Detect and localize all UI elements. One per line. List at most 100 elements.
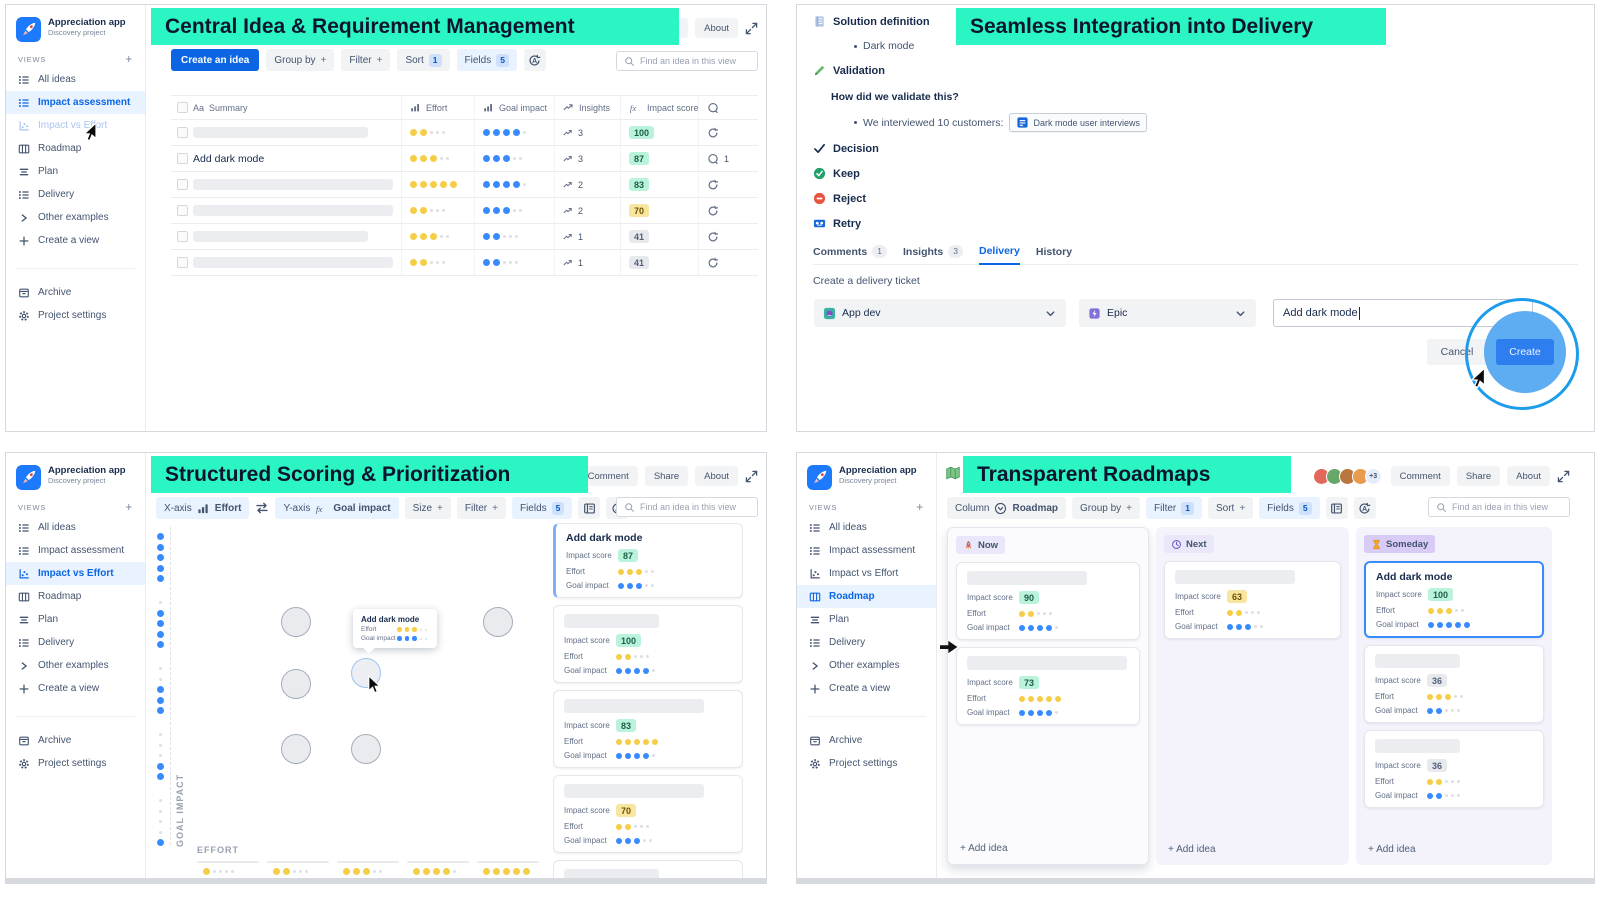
group-by-chip[interactable]: Group by + bbox=[1072, 497, 1141, 519]
sidebar-item-other-examples[interactable]: Other examples bbox=[797, 654, 936, 677]
sidebar-item-archive[interactable]: Archive bbox=[6, 281, 145, 304]
expand-icon[interactable] bbox=[745, 470, 758, 483]
size-chip[interactable]: Size + bbox=[404, 497, 451, 519]
add-idea-button[interactable]: + Add idea bbox=[1368, 844, 1416, 855]
sort-chip[interactable]: Sort + bbox=[1207, 497, 1254, 519]
filter-chip[interactable]: Filter 1 bbox=[1146, 497, 1202, 519]
idea-card[interactable]: Impact score 70 Effort Goal impact bbox=[553, 775, 743, 853]
share-button[interactable]: Share bbox=[644, 466, 689, 486]
row-checkbox[interactable] bbox=[177, 179, 188, 190]
idea-card[interactable]: Impact score 36 Effort Goal impact bbox=[1364, 730, 1544, 808]
sidebar-item-impact-assessment[interactable]: Impact assessment bbox=[797, 539, 936, 562]
column-header-someday[interactable]: Someday bbox=[1364, 535, 1436, 553]
row-checkbox[interactable] bbox=[177, 127, 188, 138]
idea-bubble[interactable] bbox=[281, 607, 311, 637]
sidebar-item-roadmap[interactable]: Roadmap bbox=[6, 137, 145, 160]
sidebar-item-other-examples[interactable]: Other examples bbox=[6, 654, 145, 677]
column-header-now[interactable]: Now bbox=[956, 536, 1006, 554]
sidebar-item-impact-assessment[interactable]: Impact assessment bbox=[6, 539, 145, 562]
sidebar-item-create-a-view[interactable]: Create a view bbox=[797, 677, 936, 700]
fields-chip[interactable]: Fields 5 bbox=[511, 497, 573, 519]
idea-bubble[interactable] bbox=[351, 734, 381, 764]
share-button[interactable]: Share bbox=[1456, 466, 1501, 486]
row-checkbox[interactable] bbox=[177, 231, 188, 242]
search-input[interactable]: Find an idea in this view bbox=[1428, 497, 1570, 517]
table-row[interactable]: 2 70 bbox=[171, 198, 758, 224]
sidebar-item-create-a-view[interactable]: Create a view bbox=[6, 677, 145, 700]
fields-chip[interactable]: Fields 5 bbox=[456, 49, 517, 71]
column-effort[interactable]: Effort bbox=[426, 103, 447, 113]
filter-chip[interactable]: Filter + bbox=[456, 497, 506, 519]
table-row[interactable]: 1 41 bbox=[171, 250, 758, 276]
search-input[interactable]: Find an idea in this view bbox=[616, 51, 758, 71]
about-button[interactable]: About bbox=[695, 18, 738, 38]
sidebar-item-project-settings[interactable]: Project settings bbox=[6, 304, 145, 327]
select-all-checkbox[interactable] bbox=[177, 102, 188, 113]
expand-icon[interactable] bbox=[745, 22, 758, 35]
sidebar-item-impact-vs-effort[interactable]: Impact vs Effort bbox=[797, 562, 936, 585]
table-row[interactable]: 3 100 bbox=[171, 120, 758, 146]
refresh-button[interactable]: A bbox=[523, 49, 546, 71]
sidebar-item-plan[interactable]: Plan bbox=[6, 160, 145, 183]
group-by-chip[interactable]: Group by + bbox=[266, 49, 335, 71]
sidebar-item-all-ideas[interactable]: All ideas bbox=[797, 516, 936, 539]
refresh-button[interactable]: A bbox=[1353, 497, 1376, 519]
idea-bubble[interactable] bbox=[281, 734, 311, 764]
sidebar-item-archive[interactable]: Archive bbox=[6, 729, 145, 752]
sidebar-item-project-settings[interactable]: Project settings bbox=[797, 752, 936, 775]
idea-card[interactable]: Impact score 36 Effort Goal impact bbox=[1364, 645, 1544, 723]
idea-card[interactable]: Impact score 100 Effort Goal impact bbox=[553, 605, 743, 683]
sidebar-item-impact-assessment[interactable]: Impact assessment bbox=[6, 91, 145, 114]
about-button[interactable]: About bbox=[695, 466, 738, 486]
sidebar-item-delivery[interactable]: Delivery bbox=[6, 183, 145, 206]
column-summary[interactable]: Summary bbox=[209, 103, 248, 113]
idea-card[interactable]: Impact score 73 Effort Goal impact bbox=[956, 647, 1140, 725]
add-view-icon[interactable]: + bbox=[916, 501, 924, 513]
sidebar-item-all-ideas[interactable]: All ideas bbox=[6, 516, 145, 539]
row-checkbox[interactable] bbox=[177, 153, 188, 164]
column-chip[interactable]: Column Roadmap bbox=[947, 497, 1067, 519]
sidebar-item-archive[interactable]: Archive bbox=[797, 729, 936, 752]
view-settings-button[interactable] bbox=[1325, 497, 1348, 519]
tab-comments[interactable]: Comments 1 bbox=[813, 241, 887, 264]
sidebar-item-all-ideas[interactable]: All ideas bbox=[6, 68, 145, 91]
idea-card[interactable]: Impact score 83 Effort Goal impact bbox=[553, 690, 743, 768]
column-insights[interactable]: Insights bbox=[579, 103, 610, 113]
sort-chip[interactable]: Sort 1 bbox=[397, 49, 450, 71]
column-goal-impact[interactable]: Goal impact bbox=[499, 103, 547, 113]
row-checkbox[interactable] bbox=[177, 257, 188, 268]
table-row[interactable]: Add dark mode 3 87 1 bbox=[171, 146, 758, 172]
add-view-icon[interactable]: + bbox=[125, 53, 133, 65]
sidebar-item-impact-vs-effort[interactable]: Impact vs Effort bbox=[6, 562, 145, 585]
idea-bubble[interactable] bbox=[483, 607, 513, 637]
view-settings-button[interactable] bbox=[578, 497, 601, 519]
column-impact-score[interactable]: Impact score bbox=[647, 103, 698, 113]
add-view-icon[interactable]: + bbox=[125, 501, 133, 513]
tab-history[interactable]: History bbox=[1036, 241, 1072, 264]
add-idea-button[interactable]: + Add idea bbox=[1168, 844, 1216, 855]
sidebar-item-delivery[interactable]: Delivery bbox=[6, 631, 145, 654]
fields-chip[interactable]: Fields 5 bbox=[1259, 497, 1320, 519]
sidebar-item-other-examples[interactable]: Other examples bbox=[6, 206, 145, 229]
search-input[interactable]: Find an idea in this view bbox=[616, 497, 758, 517]
tab-delivery[interactable]: Delivery bbox=[979, 241, 1020, 265]
table-row[interactable]: 1 41 bbox=[171, 224, 758, 250]
sidebar-item-create-a-view[interactable]: Create a view bbox=[6, 229, 145, 252]
idea-bubble[interactable] bbox=[281, 669, 311, 699]
swap-axes-icon[interactable] bbox=[255, 501, 269, 515]
tab-insights[interactable]: Insights 3 bbox=[903, 241, 963, 264]
filter-chip[interactable]: Filter + bbox=[341, 49, 391, 71]
table-row[interactable]: 2 83 bbox=[171, 172, 758, 198]
row-checkbox[interactable] bbox=[177, 205, 188, 216]
sidebar-item-delivery[interactable]: Delivery bbox=[797, 631, 936, 654]
sidebar-item-plan[interactable]: Plan bbox=[797, 608, 936, 631]
sidebar-item-roadmap[interactable]: Roadmap bbox=[797, 585, 936, 608]
y-axis-chip[interactable]: Y-axis fx Goal impact bbox=[275, 497, 399, 519]
insight-chip[interactable]: Dark mode user interviews bbox=[1009, 113, 1147, 132]
expand-icon[interactable] bbox=[1557, 470, 1570, 483]
x-axis-chip[interactable]: X-axis Effort bbox=[156, 497, 250, 519]
add-idea-button[interactable]: + Add idea bbox=[960, 843, 1008, 854]
idea-card-selected[interactable]: Add dark mode Impact score 87 Effort Goal im… bbox=[553, 523, 743, 598]
sidebar-item-project-settings[interactable]: Project settings bbox=[6, 752, 145, 775]
sidebar-item-roadmap[interactable]: Roadmap bbox=[6, 585, 145, 608]
